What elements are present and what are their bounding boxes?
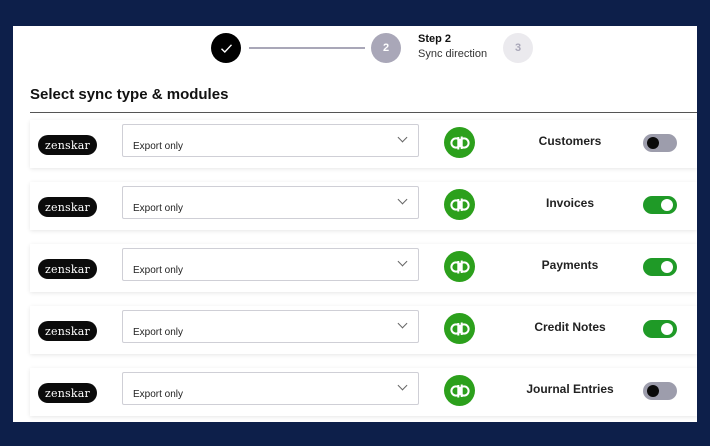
module-toggle[interactable] [643,320,677,338]
chevron-down-icon [397,318,408,329]
step-3-upcoming[interactable]: 3 [503,33,533,63]
sync-type-value: Export only [133,203,184,214]
toggle-knob [661,323,673,335]
section-divider [30,112,697,113]
check-icon [220,43,232,53]
zenskar-logo: zenskar [38,259,97,279]
module-name: Credit Notes [534,320,606,334]
module-toggle[interactable] [643,382,677,400]
zenskar-logo: zenskar [38,197,97,217]
quickbooks-icon [444,251,475,282]
sync-type-select[interactable]: Export only [122,248,419,281]
sync-type-value: Export only [133,265,184,276]
module-name: Invoices [545,196,595,210]
chevron-down-icon [397,194,408,205]
quickbooks-icon [444,313,475,344]
module-name: Payments [541,258,599,272]
step-3-number: 3 [514,42,522,54]
chevron-down-icon [397,380,408,391]
step-connector [249,47,365,49]
step-2-number: 2 [382,42,390,54]
step-subtitle: Sync direction [418,48,488,60]
sync-type-value: Export only [133,389,184,400]
toggle-knob [661,261,673,273]
step-2-current[interactable]: 2 [371,33,401,63]
module-toggle[interactable] [643,134,677,152]
sync-type-value: Export only [133,327,184,338]
zenskar-logo: zenskar [38,321,97,341]
module-toggle[interactable] [643,258,677,276]
step-label: Step 2 Sync direction [418,33,487,60]
stepper: 2 Step 2 Sync direction 3 [13,26,697,76]
module-name: Journal Entries [526,382,614,396]
quickbooks-icon [444,127,475,158]
zenskar-logo: zenskar [38,383,97,403]
sync-type-select[interactable]: Export only [122,124,419,157]
module-toggle[interactable] [643,196,677,214]
module-row-journal-entries: zenskar Export only Journal Entries [30,368,697,416]
section-title: Select sync type & modules [30,86,229,103]
zenskar-logo: zenskar [38,135,97,155]
module-row-credit-notes: zenskar Export only Credit Notes [30,306,697,354]
sync-type-select[interactable]: Export only [122,372,419,405]
chevron-down-icon [397,132,408,143]
quickbooks-icon [444,189,475,220]
module-row-customers: zenskar Export only Customers [30,120,697,168]
step-title: Step 2 [418,33,452,45]
sync-type-select[interactable]: Export only [122,186,419,219]
toggle-knob [647,385,659,397]
module-row-payments: zenskar Export only Payments [30,244,697,292]
sync-type-select[interactable]: Export only [122,310,419,343]
toggle-knob [647,137,659,149]
sync-type-value: Export only [133,141,184,152]
chevron-down-icon [397,256,408,267]
quickbooks-icon [444,375,475,406]
step-1-complete[interactable] [211,33,241,63]
module-name: Customers [538,134,602,148]
module-row-invoices: zenskar Export only Invoices [30,182,697,230]
toggle-knob [661,199,673,211]
sync-settings-panel: 2 Step 2 Sync direction 3 Select sync ty… [13,26,697,422]
